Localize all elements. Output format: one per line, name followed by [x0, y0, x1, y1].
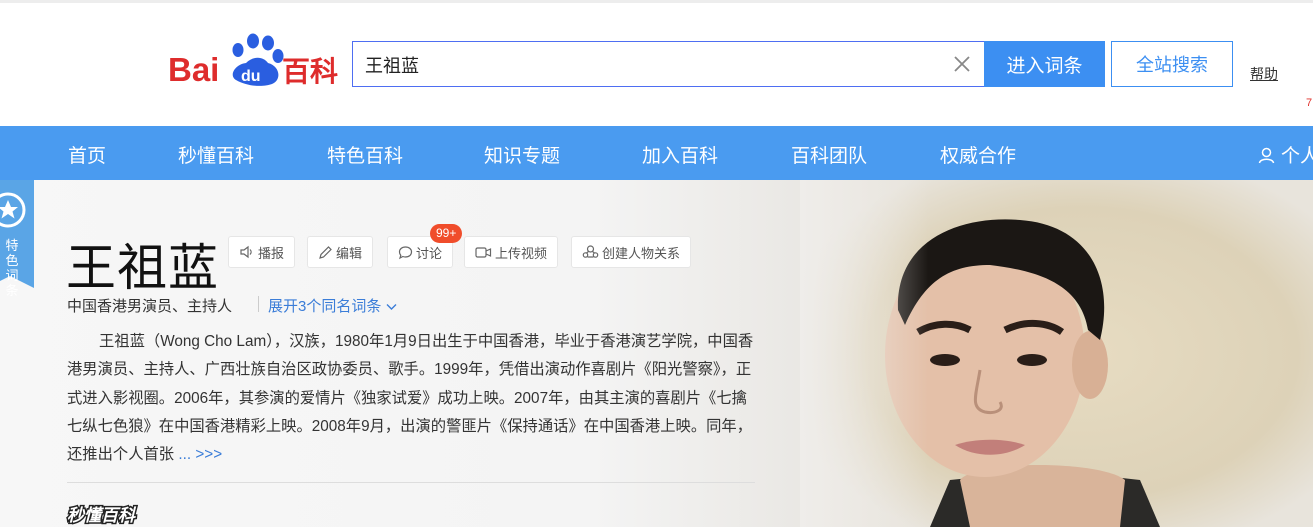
entry-hero: 特色词条 王祖蓝 播报 编辑 讨论 99+ 上传视频 创建人物关系 中国香港男演… — [0, 180, 1313, 527]
people-relation-icon — [582, 244, 599, 258]
entry-title: 王祖蓝 — [66, 240, 219, 296]
svg-text:秒懂百科: 秒懂百科 — [67, 506, 137, 526]
upload-video-label: 上传视频 — [495, 245, 548, 261]
enter-entry-button[interactable]: 进入词条 — [984, 41, 1105, 87]
user-icon — [1258, 147, 1275, 164]
site-search-button[interactable]: 全站搜索 — [1111, 41, 1233, 87]
help-link[interactable]: 帮助 — [1250, 64, 1278, 84]
main-nav: 首页 秒懂百科 特色百科 知识专题 加入百科 百科团队 权威合作 个人 — [0, 126, 1313, 180]
broadcast-label: 播报 — [258, 245, 285, 261]
nav-item-partners[interactable]: 权威合作 — [940, 141, 1016, 168]
search-box — [352, 41, 984, 87]
chat-bubble-icon — [398, 245, 413, 259]
summary-text: 王祖蓝（Wong Cho Lam），汉族，1980年1月9日出生于中国香港，毕业… — [67, 333, 754, 464]
entry-subtitle: 中国香港男演员、主持人 — [67, 298, 233, 315]
nav-item-join[interactable]: 加入百科 — [642, 141, 718, 168]
subtitle-divider — [258, 296, 259, 312]
baidu-baike-logo[interactable]: Bai du 百科 — [168, 30, 340, 88]
create-relation-button[interactable]: 创建人物关系 — [571, 236, 692, 268]
speaker-icon — [240, 245, 252, 259]
video-icon — [475, 246, 492, 258]
clear-icon[interactable] — [951, 53, 973, 75]
featured-badge-label: 特色词条 — [5, 238, 19, 298]
svg-text:Bai: Bai — [168, 51, 219, 88]
entry-portrait-image — [800, 180, 1313, 527]
nav-user-label: 个人 — [1281, 146, 1313, 167]
same-name-label: 展开3个同名词条 — [268, 298, 382, 315]
nav-item-miaodong[interactable]: 秒懂百科 — [178, 141, 254, 168]
edge-partial-mark: 7 — [1306, 97, 1313, 109]
discussion-label: 讨论 — [416, 245, 443, 261]
nav-user[interactable]: 个人 — [1258, 141, 1313, 168]
nav-item-topics[interactable]: 知识专题 — [484, 141, 560, 168]
miaodong-baike-logo[interactable]: 秒懂百科 — [66, 502, 166, 527]
entry-summary: 王祖蓝（Wong Cho Lam），汉族，1980年1月9日出生于中国香港，毕业… — [67, 328, 757, 469]
edit-label: 编辑 — [336, 245, 363, 261]
top-border — [0, 0, 1313, 3]
chevron-down-icon — [386, 304, 397, 310]
edit-button[interactable]: 编辑 — [307, 236, 374, 268]
svg-text:du: du — [241, 68, 261, 85]
nav-item-home[interactable]: 首页 — [68, 141, 106, 168]
discussion-count-badge: 99+ — [430, 224, 463, 243]
search-input[interactable] — [363, 50, 927, 80]
create-relation-label: 创建人物关系 — [602, 245, 681, 261]
broadcast-button[interactable]: 播报 — [228, 236, 296, 268]
svg-text:百科: 百科 — [282, 55, 338, 88]
nav-item-featured[interactable]: 特色百科 — [327, 141, 403, 168]
pencil-icon — [319, 245, 332, 259]
nav-item-team[interactable]: 百科团队 — [791, 141, 867, 168]
summary-divider — [67, 482, 755, 483]
upload-video-button[interactable]: 上传视频 — [464, 236, 559, 268]
summary-more-link[interactable]: ... >>> — [178, 446, 222, 463]
same-name-entries-link[interactable]: 展开3个同名词条 — [268, 295, 397, 316]
